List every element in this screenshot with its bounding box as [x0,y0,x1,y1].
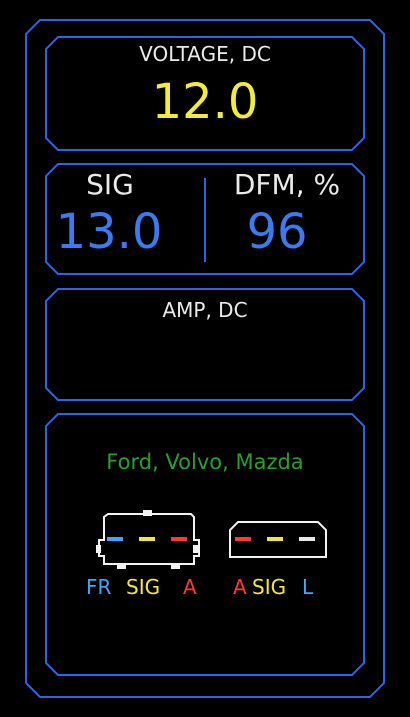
right-pin-3-label: L [302,575,314,599]
right-pin-2-label: SIG [252,575,287,599]
right-pin-1-label: A [233,575,247,599]
sig-label: SIG [86,168,134,201]
sig-value: 13.0 [55,204,163,260]
vehicle-brands: Ford, Volvo, Mazda [106,450,304,474]
left-pin-1-label: FR [86,575,112,599]
right-connector [229,521,327,558]
voltage-value: 12.0 [151,74,259,130]
dfm-label: DFM, % [233,168,341,201]
dfm-value: 96 [246,204,308,260]
left-connector [96,510,200,569]
left-pin-2-label: SIG [126,575,161,599]
left-pin-3-label: A [183,575,197,599]
amp-title: AMP, DC [162,298,248,322]
voltage-title: VOLTAGE, DC [139,42,271,66]
